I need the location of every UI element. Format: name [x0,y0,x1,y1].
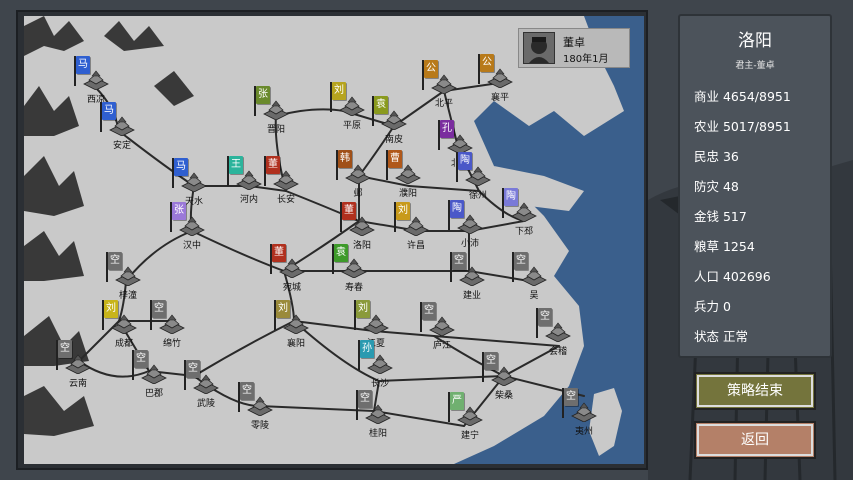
faction-flag-icon: 空 [358,390,372,408]
leader-info-box[interactable]: 董卓 180年1月 [518,28,630,68]
stat-commerce: 商业 4654/8951 [694,89,791,104]
city-label: 河内 [239,195,258,205]
faction-flag-icon: 空 [152,300,166,318]
faction-flag-icon: 袁 [374,96,388,114]
faction-flag-icon: 空 [514,252,528,270]
city-label: 徐州 [468,191,487,201]
faction-flag-icon: 张 [172,202,186,220]
faction-flag-icon: 刘 [396,202,410,220]
faction-flag-icon: 公 [424,60,438,78]
game-date: 180年1月 [563,54,609,65]
city-label: 长安 [276,195,295,205]
faction-flag-icon: 空 [452,252,466,270]
stat-food: 粮草 1254 [694,239,755,254]
city-label: 建宁 [460,431,479,441]
faction-flag-icon: 刘 [356,300,370,318]
city-label: 邺 [353,189,363,199]
faction-flag-icon: 刘 [276,300,290,318]
city-label: 长沙 [370,379,389,389]
faction-flag-icon: 空 [186,360,200,378]
city-title: 洛阳 [738,31,772,51]
faction-flag-icon: 陶 [450,200,464,218]
faction-flag-icon: 马 [76,56,90,74]
faction-flag-icon: 董 [266,156,280,174]
faction-flag-icon: 空 [484,352,498,370]
city-label: 武陵 [196,399,215,409]
city-label: 吴 [529,291,539,301]
city-info-panel: 洛阳 君主-董卓 商业 4654/8951 农业 5017/8951 民忠 36… [678,14,832,358]
faction-flag-icon: 空 [240,382,254,400]
leader-portrait [523,32,555,64]
city-label: 巴郡 [144,389,163,399]
city-label: 宛城 [282,283,301,293]
stat-population: 人口 402696 [694,269,771,284]
end-strategy-button[interactable]: 策略结束 [694,372,816,410]
city-label: 建业 [462,291,481,301]
faction-flag-icon: 孙 [360,340,374,358]
city-label: 汉中 [182,241,201,251]
city-label: 绵竹 [162,339,181,349]
stat-disaster-defense: 防灾 48 [694,179,739,194]
faction-flag-icon: 王 [229,156,243,174]
city-label: 成都 [114,339,133,349]
faction-flag-icon: 韩 [338,150,352,168]
faction-flag-icon: 董 [272,244,286,262]
city-label: 濮阳 [398,189,417,199]
back-button[interactable]: 返回 [694,421,816,459]
city-label: 夷州 [574,427,593,437]
stat-agriculture: 农业 5017/8951 [694,119,791,134]
faction-flag-icon: 严 [450,392,464,410]
faction-flag-icon: 空 [108,252,122,270]
faction-flag-icon: 公 [480,54,494,72]
stat-status: 状态 正常 [694,329,748,344]
city-label: 柴桑 [494,391,513,401]
stat-loyalty: 民忠 36 [694,149,739,164]
faction-flag-icon: 空 [564,388,578,406]
city-label: 寿春 [344,283,363,293]
city-label: 襄平 [490,93,509,103]
city-label: 洛阳 [352,241,371,251]
city-label: 许昌 [406,241,425,251]
leader-name: 董卓 [563,36,585,49]
faction-flag-icon: 刘 [332,82,346,100]
faction-flag-icon: 董 [342,202,356,220]
faction-flag-icon: 马 [174,158,188,176]
faction-flag-icon: 张 [256,86,270,104]
city-label: 庐江 [432,341,451,351]
faction-flag-icon: 陶 [458,152,472,170]
city-label: 小沛 [460,239,479,249]
city-label: 北平 [434,99,453,109]
stat-gold: 金钱 517 [694,209,747,224]
faction-flag-icon: 马 [102,102,116,120]
city-label: 晋阳 [266,125,285,135]
city-label: 安定 [112,141,131,151]
city-label: 零陵 [250,421,269,431]
city-label: 下邳 [514,227,533,237]
faction-flag-icon: 空 [422,302,436,320]
city-label: 会稽 [548,347,567,357]
faction-flag-icon: 孔 [440,120,454,138]
city-label: 襄阳 [286,339,305,349]
city-label: 桂阳 [368,429,387,439]
city-label: 平原 [342,121,361,131]
faction-flag-icon: 曹 [388,150,402,168]
faction-flag-icon: 空 [58,340,72,358]
city-ruler: 君主-董卓 [735,61,775,71]
faction-flag-icon: 刘 [104,300,118,318]
stat-troops: 兵力 0 [694,299,731,314]
faction-flag-icon: 陶 [504,188,518,206]
city-label: 云南 [68,379,87,389]
faction-flag-icon: 空 [538,308,552,326]
faction-flag-icon: 空 [134,350,148,368]
city-label: 南皮 [384,135,403,145]
faction-flag-icon: 袁 [334,244,348,262]
